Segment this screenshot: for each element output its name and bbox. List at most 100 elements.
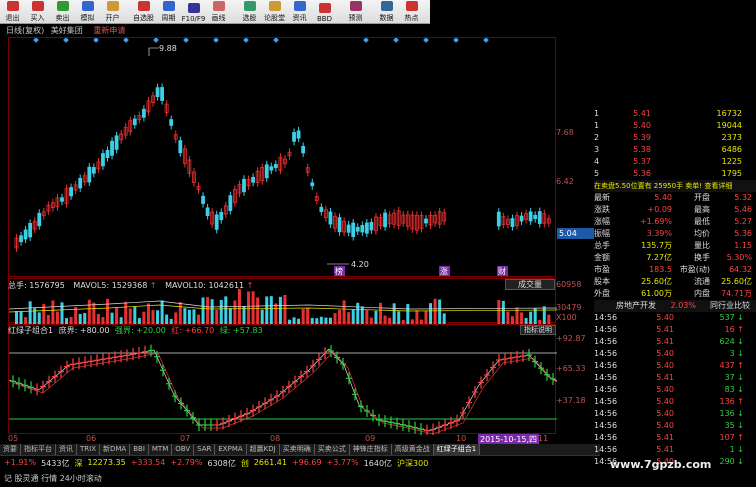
event-marker-icon[interactable]: 财 [497, 266, 508, 276]
toolbar-button[interactable]: 资讯 [287, 0, 312, 24]
toolbar-label: 预测 [348, 14, 363, 22]
quote-stat-row[interactable]: 涨跌 +0.09 最高 5.46 [594, 204, 756, 216]
tick-row[interactable]: 14:56 5.40 3 ↓ [594, 348, 756, 360]
indicator-tab[interactable]: OBV [172, 444, 195, 455]
indicator-tab[interactable]: MTM [149, 444, 173, 455]
quote-stat-row[interactable]: 金额 7.27亿 换手 5.30% [594, 252, 756, 264]
quote-stat-row[interactable]: 股本 25.60亿 流通 25.60亿 [594, 276, 756, 288]
buy-row[interactable]: 1 5.40 19044 [594, 120, 756, 132]
buy-row[interactable]: 4 5.37 1225 [594, 156, 756, 168]
quote-stat-row[interactable]: 涨幅 +1.69% 最低 5.27 [594, 216, 756, 228]
tick-row[interactable]: 14:56 5.41 624 ↓ [594, 336, 756, 348]
toolbar-button[interactable]: 退出 [0, 0, 25, 24]
buy-row[interactable]: 2 5.39 2373 [594, 132, 756, 144]
volume-menu-button[interactable]: 成交量 [505, 279, 555, 290]
tick-row[interactable]: 14:56 5.40 83 ↓ [594, 384, 756, 396]
candle [151, 91, 155, 107]
toolbar-icon [318, 3, 331, 13]
toolbar-button[interactable]: 自选股 [131, 0, 156, 24]
kline-period[interactable]: 日线(复权) [6, 26, 44, 35]
signal-arrow-icon [316, 353, 322, 366]
tick-row[interactable]: 14:56 5.41 16 ↑ [594, 324, 756, 336]
indicator-tab[interactable]: 买卖明确 [280, 444, 315, 455]
status-news[interactable]: 记 股灵通 行情 24小时滚动 [0, 471, 600, 486]
event-diamond-icon[interactable] [123, 37, 129, 43]
toolbar-button[interactable]: F10/F9 [181, 0, 206, 24]
indicator-tab[interactable]: TRIX [77, 444, 100, 455]
toolbar-button[interactable]: 热点 [399, 0, 424, 24]
tick-row[interactable]: 14:56 5.40 537 ↓ [594, 312, 756, 324]
toolbar-button[interactable]: 数据 [374, 0, 399, 24]
tick-row[interactable]: 14:56 5.40 35 ↓ [594, 420, 756, 432]
quote-stat-row[interactable]: 最新 5.40 开盘 5.32 [594, 192, 756, 204]
candlestick-chart[interactable]: 9.88 4.20 榜 涨 财 [9, 37, 557, 278]
tick-row[interactable]: 14:56 5.41 37 ↓ [594, 372, 756, 384]
sell-row[interactable]: 1 5.41 16732 [594, 108, 756, 120]
volume-bar [533, 308, 537, 324]
indicator-tab[interactable]: 神锋庄指标 [350, 444, 392, 455]
event-diamond-icon[interactable] [153, 37, 159, 43]
toolbar-button[interactable]: 选股 [237, 0, 262, 24]
toolbar-button[interactable]: 模拟 [75, 0, 100, 24]
big-order-banner[interactable]: 在卖盘5.50位置有 25950手 卖单! 查看详细 [594, 180, 756, 192]
industry-row[interactable]: 房地产开发 2.03% 同行业比较 [594, 300, 756, 312]
event-diamond-icon[interactable] [33, 37, 39, 43]
toolbar-button[interactable]: 开户 [100, 0, 125, 24]
toolbar-button[interactable]: 卖出 [50, 0, 75, 24]
indicator-tab[interactable]: 资讯 [56, 444, 77, 455]
event-diamond-icon[interactable] [183, 37, 189, 43]
toolbar-button[interactable]: 画线 [206, 0, 231, 24]
quote-stat-row[interactable]: 总手 135.7万 量比 1.15 [594, 240, 756, 252]
toolbar-button[interactable]: 买入 [25, 0, 50, 24]
quote-stat-row-cell: 最新 [594, 193, 610, 202]
event-diamond-icon[interactable] [243, 37, 249, 43]
tick-row-cell: 5.40 [656, 421, 674, 430]
volume-bar [197, 314, 200, 324]
volume-bar [278, 296, 282, 324]
quote-stat-row[interactable]: 市盈 183.5 市盈(动) 64.32 [594, 264, 756, 276]
event-diamond-icon[interactable] [93, 37, 99, 43]
buy-row[interactable]: 3 5.38 6486 [594, 144, 756, 156]
indicator-panel[interactable] [8, 324, 562, 437]
indicator-tab[interactable]: 高级黄金战 [392, 444, 434, 455]
kline-panel[interactable]: 9.88 4.20 榜 涨 财 [8, 37, 556, 277]
indicator-help-button[interactable]: 指标说明 [520, 325, 556, 335]
event-diamond-icon[interactable] [483, 37, 489, 43]
tick-row[interactable]: 14:56 5.40 136 ↑ [594, 396, 756, 408]
tick-row[interactable]: 14:56 5.41 107 ↑ [594, 432, 756, 444]
signal-arrow-icon [406, 420, 412, 433]
indicator-tab[interactable]: BBI [130, 444, 149, 455]
indicator-tab[interactable]: SAR [194, 444, 216, 455]
tick-row[interactable]: 14:56 5.41 1 ↓ [594, 444, 756, 456]
indicator-tab[interactable]: 买卖公式 [315, 444, 350, 455]
event-diamond-icon[interactable] [393, 37, 399, 43]
indicator-tab[interactable]: 超赢KDJ [247, 444, 280, 455]
quote-stat-row-cell: 市盈(动) [679, 265, 710, 274]
indicator-tab[interactable]: 新DMA [100, 444, 131, 455]
buy-row-cell: 2 [594, 133, 600, 142]
event-diamond-icon[interactable] [363, 37, 369, 43]
indicator-tab[interactable]: 资要 [0, 444, 21, 455]
volume-bar [433, 298, 437, 324]
quote-stat-row[interactable]: 外盘 61.00万 内盘 74.71万 [594, 288, 756, 300]
event-marker-icon[interactable]: 榜 [334, 266, 345, 276]
tick-row[interactable]: 14:56 5.40 136 ↓ [594, 408, 756, 420]
event-diamond-icon[interactable] [213, 37, 219, 43]
toolbar-button[interactable]: 论股堂 [262, 0, 287, 24]
toolbar-button[interactable]: 预测 [343, 0, 368, 24]
indicator-tab[interactable]: 指标平台 [21, 444, 56, 455]
indicator-chart[interactable] [8, 325, 562, 437]
event-marker-icon[interactable]: 涨 [439, 266, 450, 276]
candle [515, 211, 519, 230]
buy-row[interactable]: 5 5.36 1795 [594, 168, 756, 180]
toolbar-button[interactable]: 周期 [156, 0, 181, 24]
quote-stat-row[interactable]: 振幅 3.39% 均价 5.36 [594, 228, 756, 240]
event-diamond-icon[interactable] [273, 37, 279, 43]
indicator-tab[interactable]: EXPMA [215, 444, 247, 455]
event-diamond-icon[interactable] [63, 37, 69, 43]
event-diamond-icon[interactable] [453, 37, 459, 43]
indicator-tab[interactable]: 红绿子组合1 [433, 444, 481, 455]
toolbar-button[interactable]: BBD [312, 0, 337, 24]
event-diamond-icon[interactable] [423, 37, 429, 43]
tick-row[interactable]: 14:56 5.40 437 ↑ [594, 360, 756, 372]
